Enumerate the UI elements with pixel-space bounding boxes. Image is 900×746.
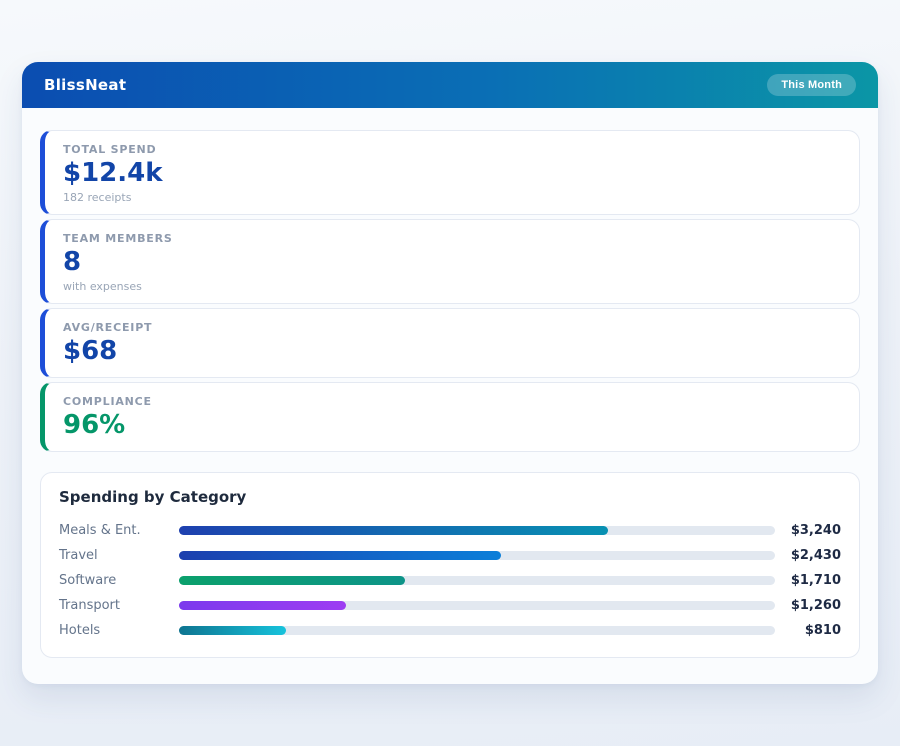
stat-value: 96% <box>63 411 841 441</box>
app-title: BlissNeat <box>44 76 126 94</box>
category-label: Meals & Ent. <box>59 523 179 538</box>
spending-chart-card: Spending by Category Meals & Ent. $3,240… <box>40 472 860 658</box>
category-value: $810 <box>775 623 841 638</box>
category-value: $2,430 <box>775 548 841 563</box>
stat-label: AVG/RECEIPT <box>63 321 841 334</box>
bar-fill <box>179 526 608 535</box>
chart-row: Software $1,710 <box>59 568 841 593</box>
bar-fill <box>179 576 405 585</box>
category-label: Travel <box>59 548 179 563</box>
chart-row: Travel $2,430 <box>59 543 841 568</box>
bar-track <box>179 576 775 585</box>
bar-track <box>179 601 775 610</box>
stat-label: TOTAL SPEND <box>63 143 841 156</box>
stat-value: $12.4k <box>63 159 841 189</box>
stat-card: TEAM MEMBERS 8 with expenses <box>40 219 860 304</box>
chart-title: Spending by Category <box>59 488 841 506</box>
bar-track <box>179 526 775 535</box>
stat-subtext: with expenses <box>63 280 841 293</box>
chart-rows: Meals & Ent. $3,240 Travel $2,430 Softwa… <box>59 518 841 643</box>
category-label: Hotels <box>59 623 179 638</box>
chart-row: Meals & Ent. $3,240 <box>59 518 841 543</box>
bar-fill <box>179 551 501 560</box>
category-value: $1,260 <box>775 598 841 613</box>
stat-value: 8 <box>63 248 841 278</box>
app-window: BlissNeat This Month TOTAL SPEND $12.4k … <box>22 62 878 684</box>
category-value: $3,240 <box>775 523 841 538</box>
stat-card: COMPLIANCE 96% <box>40 382 860 452</box>
stat-value: $68 <box>63 337 841 367</box>
bar-fill <box>179 601 346 610</box>
stat-cards: TOTAL SPEND $12.4k 182 receipts TEAM MEM… <box>40 130 860 452</box>
bar-track <box>179 626 775 635</box>
stat-card: TOTAL SPEND $12.4k 182 receipts <box>40 130 860 215</box>
category-label: Transport <box>59 598 179 613</box>
category-value: $1,710 <box>775 573 841 588</box>
chart-row: Transport $1,260 <box>59 593 841 618</box>
stat-label: TEAM MEMBERS <box>63 232 841 245</box>
bar-track <box>179 551 775 560</box>
stat-card: AVG/RECEIPT $68 <box>40 308 860 378</box>
bar-fill <box>179 626 286 635</box>
main-content: TOTAL SPEND $12.4k 182 receipts TEAM MEM… <box>22 108 878 658</box>
stat-subtext: 182 receipts <box>63 191 841 204</box>
chart-row: Hotels $810 <box>59 618 841 643</box>
period-badge[interactable]: This Month <box>767 74 856 96</box>
category-label: Software <box>59 573 179 588</box>
stat-label: COMPLIANCE <box>63 395 841 408</box>
app-header: BlissNeat This Month <box>22 62 878 108</box>
